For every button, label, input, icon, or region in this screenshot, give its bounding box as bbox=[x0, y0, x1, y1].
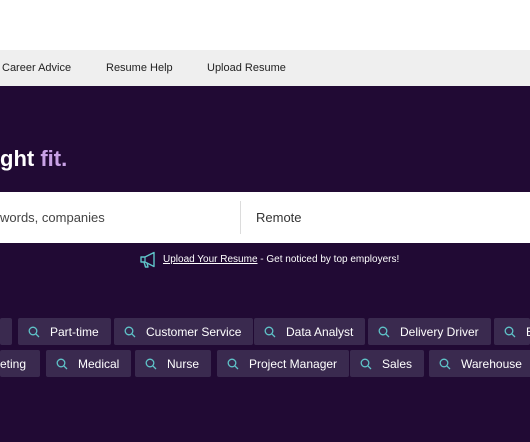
top-header bbox=[0, 0, 530, 50]
chip-label: Sales bbox=[382, 356, 413, 371]
megaphone-icon bbox=[140, 251, 155, 268]
search-icon bbox=[227, 358, 239, 369]
search-icon bbox=[378, 326, 390, 337]
search-icon bbox=[28, 326, 40, 337]
hero-headline: ght fit. bbox=[0, 146, 67, 172]
chip-sales[interactable]: Sales bbox=[350, 350, 425, 377]
upload-tagline: - Get noticed by top employers! bbox=[257, 253, 400, 265]
headline-main: ght bbox=[0, 146, 41, 171]
upload-resume-banner: Upload Your Resume - Get noticed by top … bbox=[139, 250, 399, 268]
chip-label: Delivery Driver bbox=[400, 324, 479, 339]
chip-label: Warehouse bbox=[461, 356, 522, 371]
chip-data-analyst[interactable]: Data Analyst bbox=[254, 318, 366, 345]
nav-upload-resume[interactable]: Upload Resume bbox=[207, 62, 286, 74]
chip-part-time[interactable]: Part-time bbox=[18, 318, 111, 345]
location-input[interactable] bbox=[256, 192, 526, 243]
chip-nurse[interactable]: Nurse bbox=[135, 350, 212, 377]
chip-label: Nurse bbox=[167, 356, 200, 371]
chip-label: Data Analyst bbox=[286, 324, 354, 339]
headline-accent: fit. bbox=[40, 146, 68, 171]
search-icon bbox=[124, 326, 136, 337]
nav-resume-help[interactable]: Resume Help bbox=[106, 62, 173, 74]
chip-label: Part-time bbox=[50, 324, 99, 339]
search-icon bbox=[264, 326, 276, 337]
chip-customer-service[interactable]: Customer Service bbox=[114, 318, 254, 345]
chip-medical[interactable]: Medical bbox=[46, 350, 132, 377]
search-icon bbox=[439, 358, 451, 369]
chip-label: Project Manager bbox=[249, 356, 338, 371]
chip-project-manager[interactable]: Project Manager bbox=[217, 350, 350, 377]
keywords-input[interactable] bbox=[0, 192, 240, 243]
search-icon bbox=[360, 358, 372, 369]
search-icon bbox=[145, 358, 157, 369]
search-divider bbox=[240, 201, 241, 234]
chip-delivery-driver[interactable]: Delivery Driver bbox=[368, 318, 491, 345]
chip-label: Customer Service bbox=[146, 324, 242, 339]
chip-label: eting bbox=[0, 356, 27, 371]
chip-label: Medical bbox=[78, 356, 120, 371]
nav-bar: Career Advice Resume Help Upload Resume bbox=[0, 50, 530, 86]
nav-career-advice[interactable]: Career Advice bbox=[2, 62, 71, 74]
search-icon bbox=[504, 326, 516, 337]
search-icon bbox=[56, 358, 68, 369]
chip-label: E bbox=[526, 325, 530, 339]
chip-partial-right[interactable]: E bbox=[494, 318, 530, 345]
chip-partial-left[interactable] bbox=[0, 318, 12, 345]
chip-marketing[interactable]: eting bbox=[0, 350, 40, 377]
chip-warehouse[interactable]: Warehouse bbox=[429, 350, 530, 377]
upload-resume-link[interactable]: Upload Your Resume bbox=[163, 254, 258, 265]
search-bar bbox=[0, 192, 530, 243]
